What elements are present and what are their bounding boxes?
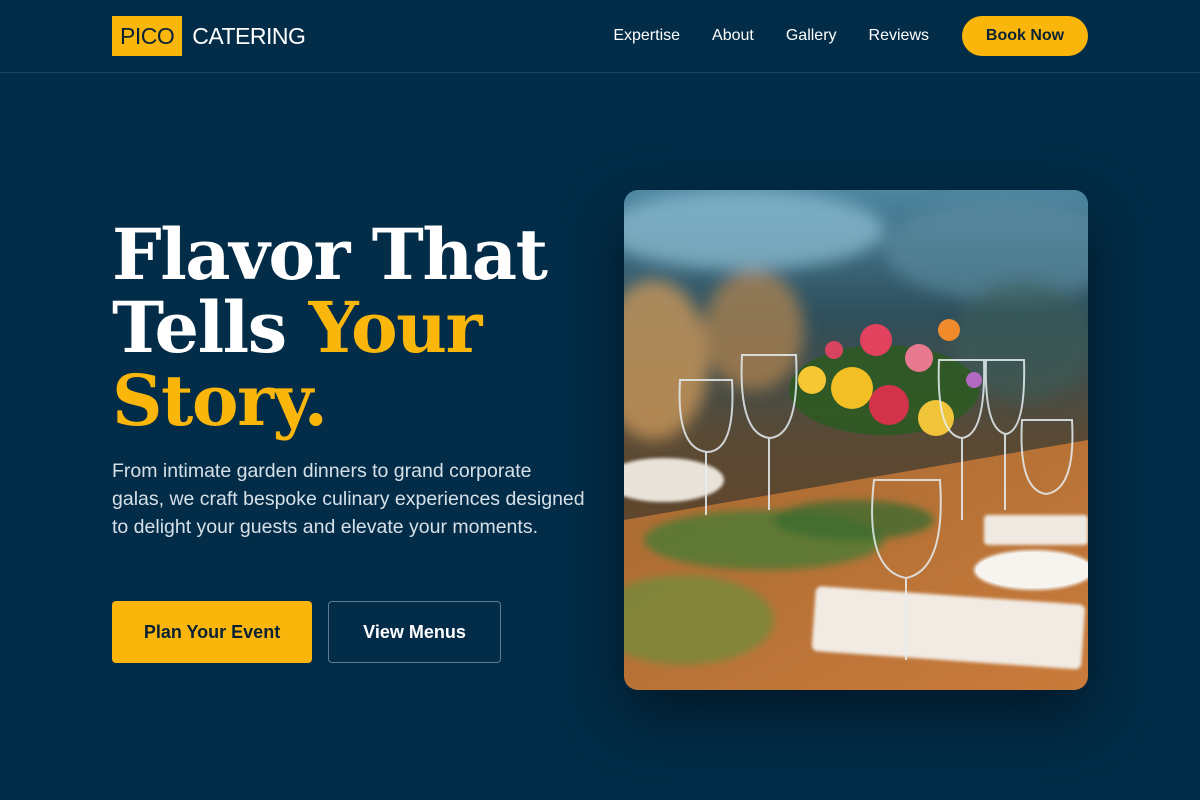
nav-link-expertise[interactable]: Expertise	[613, 27, 680, 45]
hero-title-line2-part1: Tells	[112, 286, 309, 369]
nav-link-reviews[interactable]: Reviews	[869, 27, 929, 45]
hero-photo	[624, 190, 1088, 690]
hero-title-line3: Story.	[112, 359, 328, 442]
hero-title-line1: Flavor That	[112, 213, 548, 296]
logo[interactable]: PICO CATERING	[112, 16, 306, 56]
logo-mark: PICO	[112, 16, 183, 56]
logo-wordmark: CATERING	[192, 22, 306, 49]
site-header: PICO CATERING Expertise About Gallery Re…	[0, 0, 1200, 73]
nav-link-about[interactable]: About	[712, 27, 754, 45]
hero-title-line2-accent: Your	[308, 286, 483, 369]
hero-subtitle: From intimate garden dinners to grand co…	[112, 460, 585, 538]
table-setting-image	[624, 190, 1088, 690]
main-nav: Expertise About Gallery Reviews Book Now	[613, 16, 1088, 56]
plan-event-button[interactable]: Plan Your Event	[112, 601, 312, 663]
nav-link-gallery[interactable]: Gallery	[786, 27, 837, 45]
book-now-button[interactable]: Book Now	[962, 16, 1088, 56]
view-menus-button[interactable]: View Menus	[328, 601, 501, 663]
hero-title: Flavor That Tells Your Story.	[112, 218, 592, 437]
